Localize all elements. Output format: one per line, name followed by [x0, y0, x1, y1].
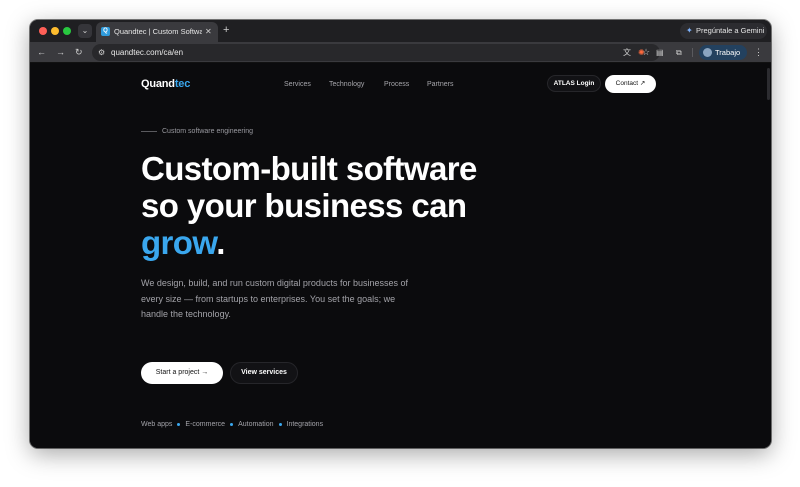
view-services-button[interactable]: View services	[230, 362, 298, 384]
browser-tab-active[interactable]: Q Quandtec | Custom Software ✕	[96, 22, 218, 42]
eyebrow-divider	[141, 131, 157, 132]
tag-separator-dot	[230, 423, 234, 427]
tag-automation: Automation	[238, 420, 274, 428]
tag-separator-dot	[177, 423, 181, 427]
tag-separator-dot	[278, 423, 282, 427]
profile-label: Trabajo	[715, 48, 741, 57]
browser-toolbar: ← → ↻ ⚙ quandtec.com/ca/en 文 ☆ ✺ ▤ ⧉ Tra…	[30, 42, 771, 63]
quandtec-logo[interactable]: Quandtec	[141, 78, 190, 91]
profile-avatar	[703, 48, 712, 57]
gemini-button[interactable]: ✦ Pregúntale a Gemini	[680, 23, 767, 39]
logo-main: Quand	[141, 78, 175, 90]
headline-line-2: so your business can	[141, 187, 467, 224]
headline-line-3: grow.	[141, 224, 561, 261]
hero-eyebrow: Custom software engineering	[162, 128, 254, 135]
hero-headline: Custom-built software so your business c…	[141, 150, 561, 261]
tab-strip: ⌄ Q Quandtec | Custom Software ✕ + ✦ Pre…	[30, 20, 771, 42]
tab-close-icon[interactable]: ✕	[205, 26, 212, 37]
site-info-icon[interactable]: ⚙	[98, 47, 105, 58]
gemini-label: Pregúntale a Gemini	[696, 26, 765, 35]
close-window-button[interactable]	[39, 27, 47, 35]
headline-period: .	[216, 224, 225, 261]
nav-link-process[interactable]: Process	[384, 80, 409, 89]
extension-2-icon[interactable]: ▤	[656, 47, 664, 58]
extensions-puzzle-icon[interactable]: ⧉	[676, 47, 682, 58]
nav-link-partners[interactable]: Partners	[427, 80, 453, 89]
site-header: Quandtec Services Technology Process Par…	[30, 64, 771, 104]
gemini-sparkle-icon: ✦	[686, 26, 693, 35]
maximize-window-button[interactable]	[63, 27, 71, 35]
headline-accent-word: grow	[141, 224, 217, 261]
start-project-button[interactable]: Start a project →	[141, 362, 223, 384]
minimize-window-button[interactable]	[51, 27, 59, 35]
new-tab-plus-icon[interactable]: +	[223, 23, 229, 37]
hero-lead-paragraph: We design, build, and run custom digital…	[141, 278, 408, 319]
browser-menu-dots-icon[interactable]: ⋮	[754, 46, 763, 58]
tag-web-apps: Web apps	[141, 420, 173, 428]
tag-integrations: Integrations	[286, 420, 324, 428]
tab-title: Quandtec | Custom Software	[114, 27, 202, 36]
tag-ecommerce: E-commerce	[185, 420, 226, 428]
nav-link-services[interactable]: Services	[284, 80, 311, 89]
address-bar[interactable]: ⚙ quandtec.com/ca/en 文 ☆	[92, 44, 660, 61]
service-tags: Web apps E-commerce Automation Integrations	[141, 416, 323, 428]
site-favicon-icon: Q	[101, 27, 110, 36]
logo-accent: tec	[174, 78, 191, 90]
page-viewport: Quandtec Services Technology Process Par…	[30, 64, 771, 448]
profile-button[interactable]: Trabajo	[699, 45, 747, 60]
translate-icon[interactable]: 文	[623, 47, 631, 58]
atlas-login-button[interactable]: ATLAS Login	[547, 75, 601, 92]
nav-link-technology[interactable]: Technology	[329, 80, 364, 89]
forward-arrow-icon[interactable]: →	[56, 46, 65, 58]
tab-search-chevron-icon[interactable]: ⌄	[78, 24, 92, 38]
browser-window: ⌄ Q Quandtec | Custom Software ✕ + ✦ Pre…	[30, 20, 771, 448]
toolbar-divider	[692, 48, 693, 57]
back-arrow-icon[interactable]: ←	[37, 46, 46, 58]
url-text[interactable]: quandtec.com/ca/en	[111, 47, 183, 58]
reload-icon[interactable]: ↻	[75, 46, 83, 58]
headline-line-1: Custom-built software	[141, 150, 477, 187]
extension-1-icon[interactable]: ✺	[638, 47, 645, 58]
contact-button[interactable]: Contact ↗	[605, 75, 656, 93]
